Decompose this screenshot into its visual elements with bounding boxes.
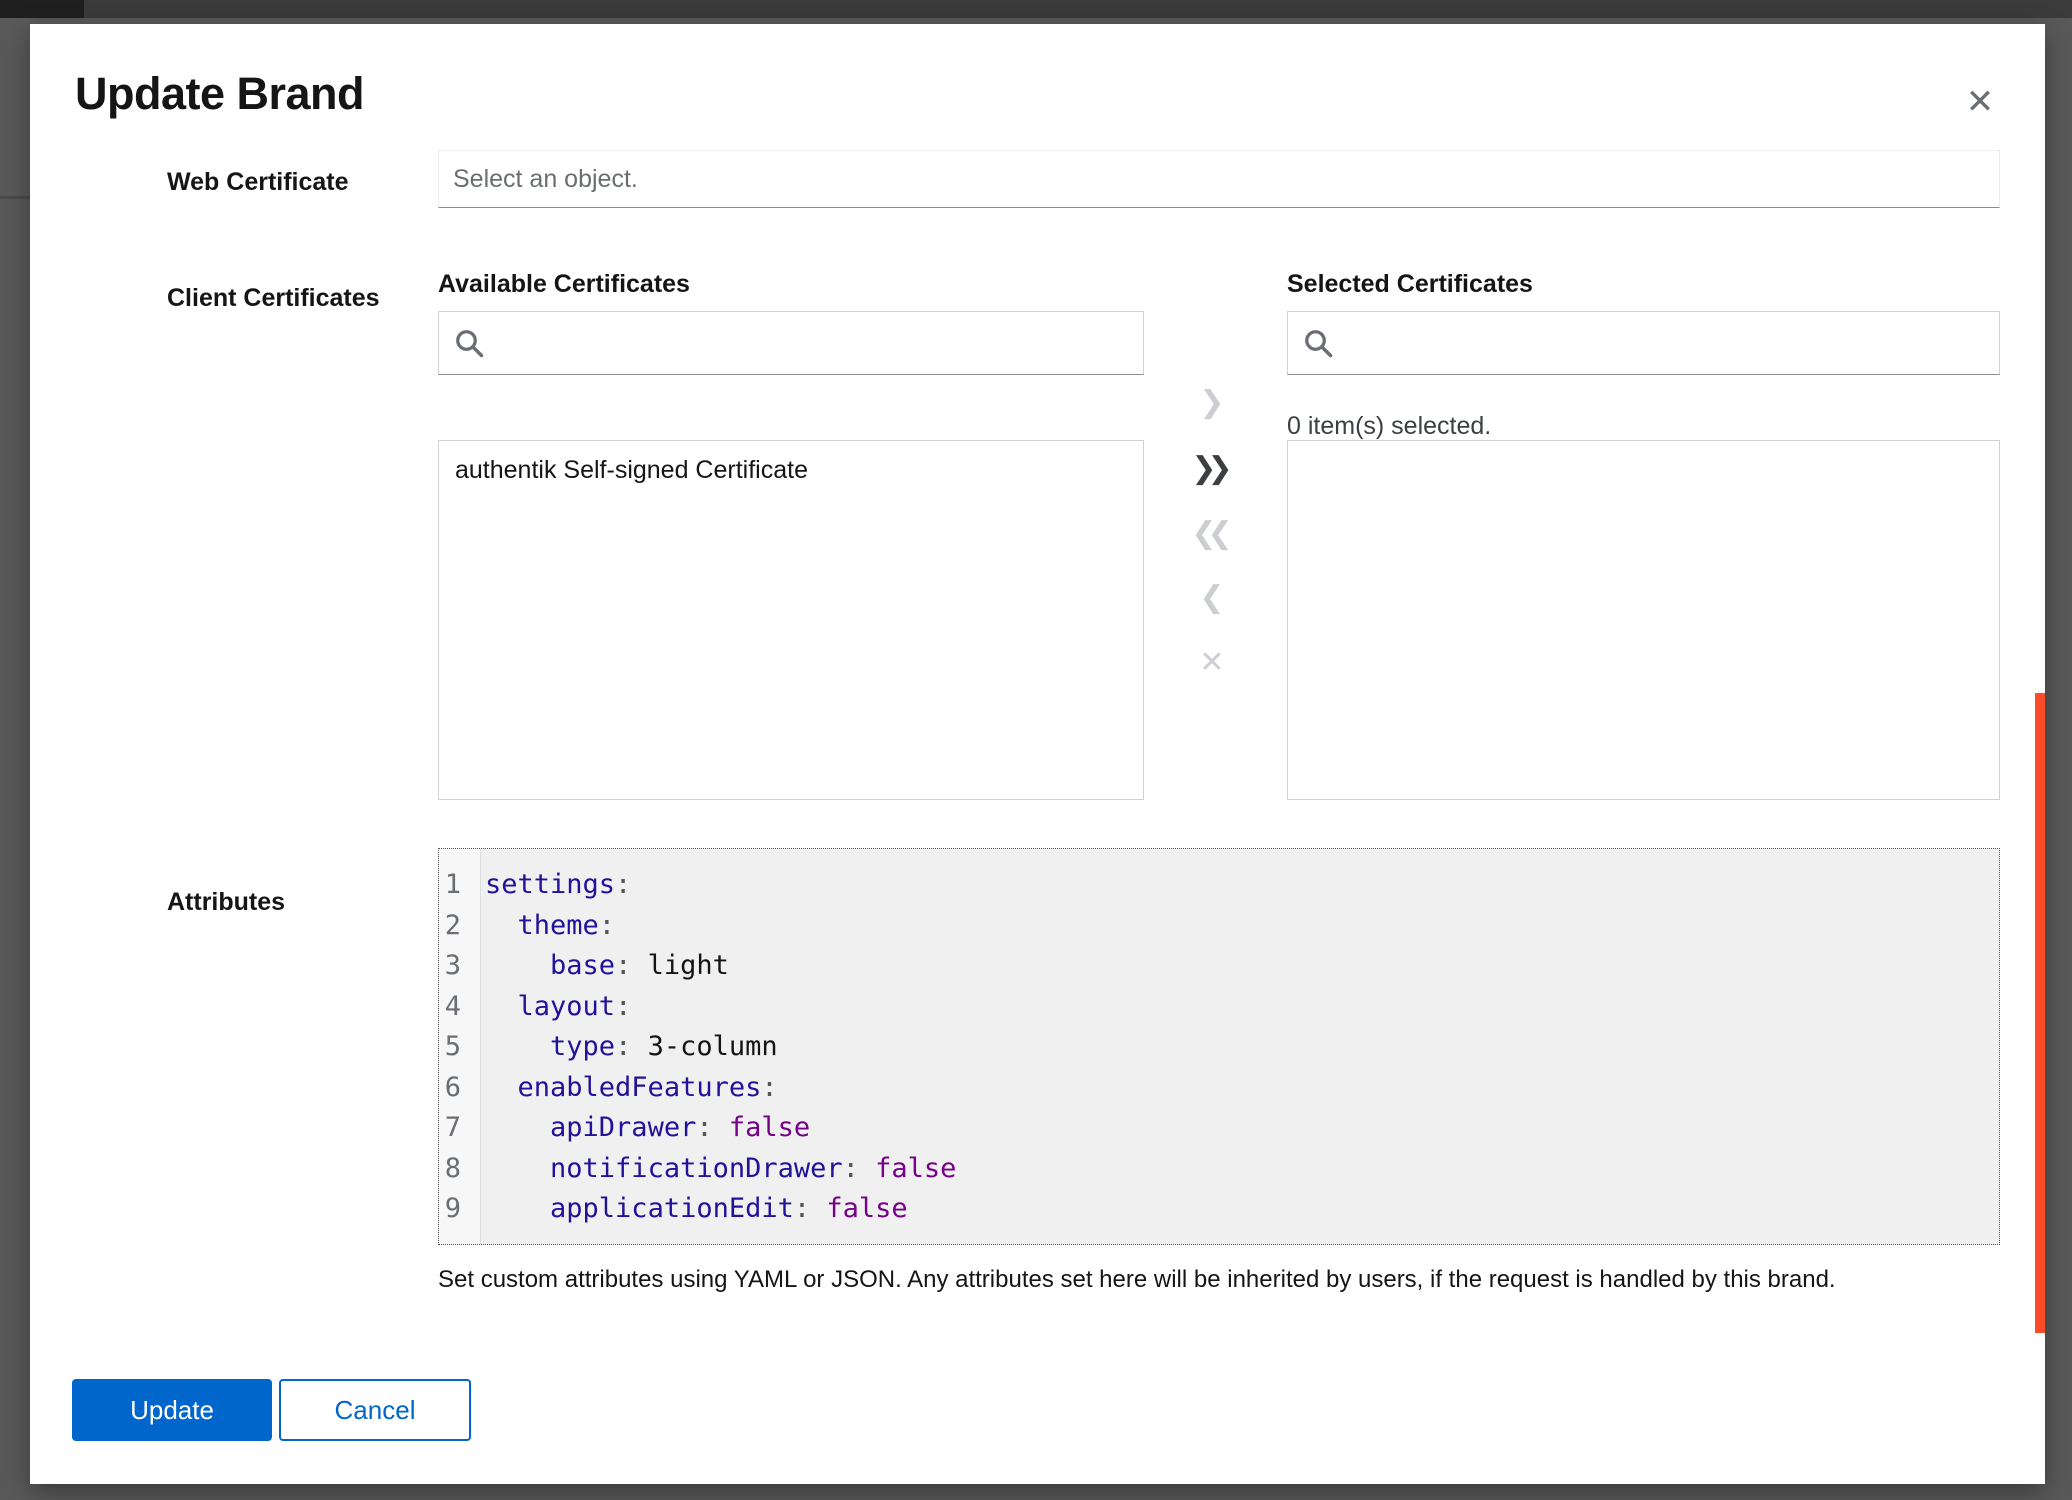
code-line: 2 theme:: [439, 906, 1999, 947]
clear-selection-button[interactable]: ✕: [1182, 641, 1242, 685]
attributes-help-text: Set custom attributes using YAML or JSON…: [438, 1266, 2000, 1294]
web-certificate-label: Web Certificate: [167, 168, 349, 197]
available-search-input[interactable]: [438, 311, 1144, 375]
code-line: 5 type: 3-column: [439, 1027, 1999, 1068]
code-line: 4 layout:: [439, 987, 1999, 1028]
selected-certificates-list[interactable]: [1287, 440, 2000, 800]
selected-certificates-header: Selected Certificates: [1287, 270, 1533, 299]
background-left-seam: [0, 196, 30, 199]
attributes-code-editor[interactable]: 1 settings: 2 theme: 3 base: light 4 lay…: [438, 848, 2000, 1245]
selected-count-status: 0 item(s) selected.: [1287, 412, 1491, 441]
cancel-button[interactable]: Cancel: [279, 1379, 471, 1441]
background-top-strip: [0, 0, 2072, 18]
code-line: 8 notificationDrawer: false: [439, 1149, 1999, 1190]
add-selected-button[interactable]: ❯: [1182, 381, 1242, 425]
chevron-right-icon: ❯: [1199, 385, 1224, 420]
update-button[interactable]: Update: [72, 1379, 272, 1441]
selected-search-input[interactable]: [1287, 311, 2000, 375]
code-line: 7 apiDrawer: false: [439, 1108, 1999, 1149]
double-chevron-left-icon: ❮❮: [1191, 516, 1223, 551]
remove-all-button[interactable]: ❮❮: [1182, 512, 1242, 556]
code-line: 3 base: light: [439, 946, 1999, 987]
selected-search: [1287, 311, 2000, 375]
code-line: 6 enabledFeatures:: [439, 1068, 1999, 1109]
modal-title: Update Brand: [75, 68, 364, 120]
add-all-button[interactable]: ❯❯: [1182, 447, 1242, 491]
attributes-label: Attributes: [167, 888, 285, 917]
accent-scroll-bar: [2035, 693, 2045, 1333]
close-button[interactable]: ✕: [1950, 72, 2010, 132]
available-certificates-header: Available Certificates: [438, 270, 690, 299]
double-chevron-right-icon: ❯❯: [1191, 451, 1223, 486]
chevron-left-icon: ❮: [1199, 580, 1224, 615]
available-certificates-list[interactable]: authentik Self-signed Certificate: [438, 440, 1144, 800]
available-search: [438, 311, 1144, 375]
code-line: 9 applicationEdit: false: [439, 1189, 1999, 1230]
client-certificates-label: Client Certificates: [167, 284, 380, 313]
clear-icon: ✕: [1199, 645, 1224, 680]
update-brand-modal: Update Brand ✕ Web Certificate Client Ce…: [30, 24, 2045, 1484]
close-icon: ✕: [1966, 83, 1995, 121]
list-item[interactable]: authentik Self-signed Certificate: [439, 441, 1143, 500]
remove-selected-button[interactable]: ❮: [1182, 576, 1242, 620]
code-line: 1 settings:: [439, 865, 1999, 906]
web-certificate-input[interactable]: [438, 150, 2000, 208]
background-top-left-block: [0, 0, 84, 18]
